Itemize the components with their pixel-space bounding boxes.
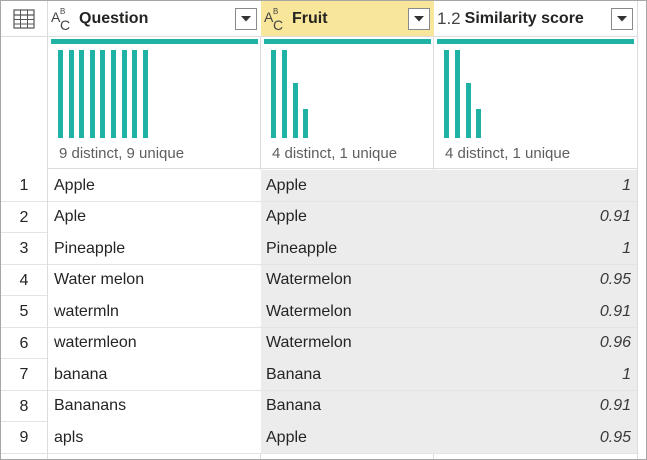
table-cell[interactable]: Watermelon	[261, 327, 434, 360]
column-profile: 4 distinct, 1 unique	[434, 37, 637, 169]
row-number[interactable]: 7	[1, 359, 47, 391]
row-number[interactable]: 3	[1, 233, 47, 265]
table-cell[interactable]: apls	[48, 422, 261, 454]
column-header-fruit[interactable]: A B C Fruit	[261, 1, 434, 37]
filter-dropdown-button[interactable]	[235, 7, 257, 30]
column-title: Similarity score	[464, 9, 584, 27]
table-cell[interactable]: Apple	[261, 170, 434, 202]
profile-stats: 9 distinct, 9 unique	[59, 145, 185, 162]
type-letter: B	[60, 6, 66, 16]
distribution-bar[interactable]	[476, 108, 482, 138]
table-cell[interactable]: 0.91	[434, 296, 637, 328]
table-cell[interactable]: Watermelon	[261, 264, 434, 297]
chevron-down-icon	[413, 10, 425, 28]
distribution-bar[interactable]	[121, 50, 127, 138]
table-cell[interactable]: Banana	[261, 390, 434, 423]
table-cell[interactable]: 0.91	[434, 201, 637, 234]
table-cell[interactable]: 1	[434, 359, 637, 391]
row-number[interactable]: 6	[1, 328, 47, 360]
column-header-similarity-score[interactable]: 1.2 Similarity score	[434, 1, 637, 37]
column-quality-bar	[264, 39, 431, 44]
table-cell[interactable]: 0.96	[434, 327, 637, 360]
chevron-down-icon	[240, 10, 252, 28]
distribution-chart	[444, 48, 487, 138]
table-cell[interactable]: Bananans	[48, 390, 261, 423]
distribution-chart	[58, 48, 153, 138]
table-cell[interactable]: 1	[434, 233, 637, 265]
table-cell[interactable]: 0.95	[434, 264, 637, 297]
distribution-bar[interactable]	[465, 83, 471, 138]
distribution-chart	[271, 48, 314, 138]
table-cell[interactable]: banana	[48, 359, 261, 391]
table-cell[interactable]: 1	[434, 170, 637, 202]
distribution-bar[interactable]	[142, 50, 148, 138]
table-cell[interactable]: Pineapple	[48, 233, 261, 265]
distribution-bar[interactable]	[89, 50, 95, 138]
distribution-bar[interactable]	[444, 50, 449, 138]
distribution-bar[interactable]	[100, 50, 106, 138]
distribution-bar[interactable]	[281, 50, 287, 138]
table-cell[interactable]: watermleon	[48, 327, 261, 360]
distribution-bar[interactable]	[68, 50, 74, 138]
distribution-bar[interactable]	[79, 50, 85, 138]
table-cell[interactable]: 0.91	[434, 390, 637, 423]
table-cell[interactable]: Aple	[48, 201, 261, 234]
row-divider	[1, 452, 47, 454]
column-title: Fruit	[292, 9, 328, 27]
type-letter: C	[60, 16, 71, 33]
table-cell[interactable]: Pineapple	[261, 233, 434, 265]
table-cell[interactable]: watermln	[48, 296, 261, 328]
row-number[interactable]: 9	[1, 422, 47, 454]
type-letter: A	[51, 8, 61, 25]
row-number[interactable]: 4	[1, 265, 47, 297]
column-profile: 4 distinct, 1 unique	[261, 37, 434, 169]
distribution-bar[interactable]	[303, 108, 309, 138]
row-number[interactable]: 5	[1, 296, 47, 328]
row-number[interactable]: 1	[1, 170, 47, 202]
column-divider	[637, 1, 638, 459]
profile-stats: 4 distinct, 1 unique	[445, 145, 571, 162]
chevron-down-icon	[616, 10, 628, 28]
distribution-bar[interactable]	[111, 50, 116, 138]
distribution-bar[interactable]	[132, 50, 138, 138]
type-letter: B	[273, 6, 279, 16]
data-grid: A B C Question A B C Fruit 1.2 Similarity score 9 …	[0, 0, 647, 460]
column-quality-bar	[51, 39, 258, 44]
text-type-icon[interactable]: ABC	[51, 6, 79, 33]
type-letter: A	[264, 8, 274, 25]
column-profile: 9 distinct, 9 unique	[48, 37, 261, 169]
table-cell[interactable]: Apple	[261, 422, 434, 454]
type-letter: C	[273, 16, 284, 33]
distribution-bar[interactable]	[454, 50, 460, 138]
column-quality-bar	[437, 39, 634, 44]
decimal-type-icon[interactable]: 1.2	[437, 9, 461, 29]
row-number[interactable]: 2	[1, 202, 47, 234]
column-title: Question	[79, 9, 149, 27]
table-menu-icon[interactable]	[1, 1, 47, 37]
row-number[interactable]: 8	[1, 391, 47, 423]
column-header-question[interactable]: A B C Question	[48, 1, 261, 37]
table-cell[interactable]: Watermelon	[261, 296, 434, 328]
filter-dropdown-button[interactable]	[611, 7, 633, 30]
profile-stats: 4 distinct, 1 unique	[272, 145, 398, 162]
table-cell[interactable]: Apple	[261, 201, 434, 234]
table-cell[interactable]: Banana	[261, 359, 434, 391]
filter-dropdown-button[interactable]	[408, 7, 430, 30]
distribution-bar[interactable]	[271, 50, 276, 138]
table-cell[interactable]: Apple	[48, 170, 261, 202]
table-cell[interactable]: Water melon	[48, 264, 261, 297]
table-cell[interactable]: 0.95	[434, 422, 637, 454]
text-type-icon[interactable]: ABC	[264, 6, 292, 33]
distribution-bar[interactable]	[58, 50, 63, 138]
distribution-bar[interactable]	[292, 83, 298, 138]
